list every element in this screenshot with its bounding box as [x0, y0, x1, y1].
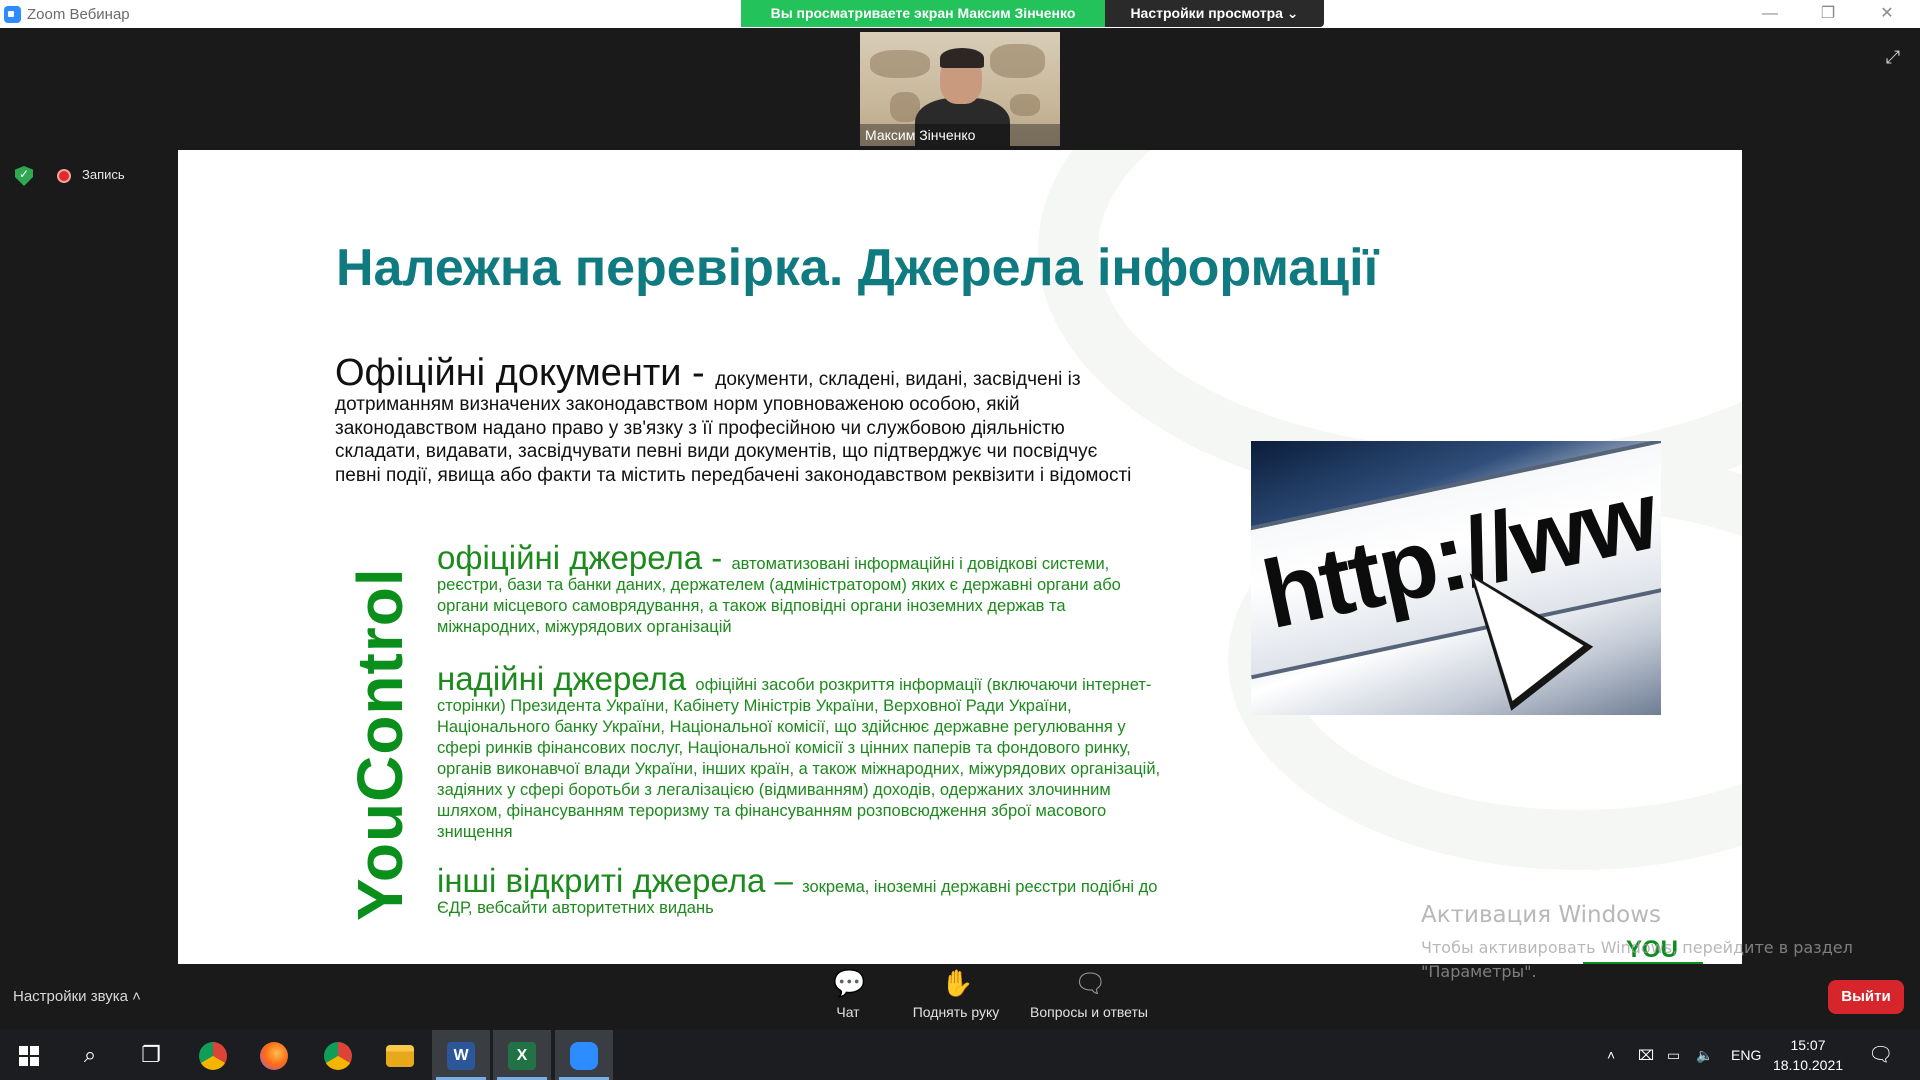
window-title: Zoom Вебинар — [27, 6, 130, 23]
activation-title: Активация Windows — [1421, 902, 1662, 928]
qa-button[interactable]: 🗨 Вопросы и ответы — [1022, 970, 1156, 1020]
folder-icon — [386, 1045, 414, 1068]
source-head: інші відкриті джерела – — [437, 862, 803, 899]
taskbar-file-explorer[interactable] — [371, 1030, 429, 1080]
close-button[interactable]: ✕ — [1867, 4, 1907, 24]
official-docs-lead: Офіційні документи - — [335, 352, 716, 394]
taskbar-excel[interactable]: X — [493, 1030, 551, 1080]
security-shield-icon[interactable] — [15, 166, 33, 186]
minimize-button[interactable]: — — [1750, 4, 1790, 24]
official-docs-paragraph: Офіційні документи - документи, складені… — [335, 353, 1145, 487]
participant-name: Максим Зінченко — [860, 124, 1060, 146]
windows-taskbar: ⌕ ❐ W X ˄ ⌧ ▭ 🔈 ENG 15:07 18.10.2021 🗨 — [0, 1030, 1920, 1080]
taskbar-chrome[interactable] — [184, 1030, 242, 1080]
source-body: офіційні засоби розкриття інформації (вк… — [437, 676, 1161, 841]
taskbar-chrome-profile[interactable] — [309, 1030, 367, 1080]
source-reliable: надійні джерела офіційні засоби розкритт… — [437, 662, 1167, 843]
audio-settings-button[interactable]: Настройки звука ˄ — [13, 988, 141, 1005]
chrome-icon — [199, 1042, 227, 1071]
shared-slide: Належна перевірка. Джерела інформації Оф… — [178, 150, 1742, 964]
chat-button[interactable]: 💬 Чат — [820, 970, 876, 1020]
clock-date: 18.10.2021 — [1772, 1057, 1844, 1073]
windows-logo-icon — [19, 1046, 39, 1067]
language-indicator[interactable]: ENG — [1731, 1030, 1761, 1080]
activation-line1: Чтобы активировать Windows, перейдите в … — [1421, 938, 1853, 957]
youcontrol-vertical-logo: YouControl — [344, 567, 416, 921]
speaker-video[interactable]: Максим Зінченко — [860, 32, 1060, 146]
taskbar-clock[interactable]: 15:07 18.10.2021 — [1763, 1035, 1853, 1075]
chrome-profile-icon — [324, 1042, 352, 1071]
notifications-icon[interactable]: 🗨 — [1868, 1030, 1893, 1080]
start-button[interactable] — [0, 1030, 58, 1080]
taskbar-word[interactable]: W — [432, 1030, 490, 1080]
source-official: офіційні джерела - автоматизовані інформ… — [437, 541, 1167, 638]
slide-title: Належна перевірка. Джерела інформації — [336, 239, 1379, 297]
source-head: надійні джерела — [437, 660, 696, 697]
source-other-open: інші відкриті джерела – зокрема, іноземн… — [437, 864, 1167, 919]
chat-label: Чат — [836, 1004, 860, 1020]
clock-time: 15:07 — [1790, 1037, 1826, 1053]
firefox-icon — [260, 1042, 288, 1071]
task-view-button[interactable]: ❐ — [122, 1030, 180, 1080]
hand-icon: ✋ — [941, 968, 974, 998]
recording-icon — [57, 169, 71, 183]
zoom-icon — [570, 1042, 598, 1071]
source-head: офіційні джерела - — [437, 539, 732, 576]
taskbar-zoom[interactable] — [555, 1030, 613, 1080]
raise-hand-button[interactable]: ✋ Поднять руку — [903, 970, 1009, 1020]
recording-label: Запись — [82, 167, 125, 182]
search-icon: ⌕ — [83, 1042, 97, 1067]
excel-icon: X — [508, 1042, 536, 1071]
tray-chevron-icon[interactable]: ˄ — [1607, 1030, 1615, 1080]
http-browser-image: http://ww — [1251, 441, 1661, 715]
raise-hand-label: Поднять руку — [912, 1004, 1000, 1020]
network-icon[interactable]: ⌧ — [1638, 1030, 1654, 1080]
view-options-dropdown[interactable]: Настройки просмотра ⌄ — [1105, 0, 1324, 27]
restore-button[interactable]: ❐ — [1808, 4, 1848, 24]
qa-label: Вопросы и ответы — [1030, 1004, 1148, 1020]
activation-line2: "Параметры". — [1421, 962, 1537, 981]
fullscreen-expand-icon[interactable]: ⤢ — [1882, 46, 1904, 68]
word-icon: W — [447, 1042, 475, 1071]
task-view-icon: ❐ — [141, 1042, 161, 1067]
leave-button[interactable]: Выйти — [1828, 980, 1904, 1014]
search-button[interactable]: ⌕ — [61, 1030, 119, 1080]
taskbar-firefox[interactable] — [245, 1030, 303, 1080]
chat-icon: 💬 — [833, 968, 866, 998]
qa-icon: 🗨 — [1074, 968, 1108, 998]
screen-share-banner: Вы просматриваете экран Максим Зінченко — [741, 0, 1105, 27]
display-icon[interactable]: ▭ — [1667, 1030, 1680, 1080]
windows-activation-watermark: Активация Windows Чтобы активировать Win… — [1421, 902, 1853, 984]
zoom-app-icon — [4, 6, 21, 23]
volume-icon[interactable]: 🔈 — [1696, 1030, 1713, 1080]
